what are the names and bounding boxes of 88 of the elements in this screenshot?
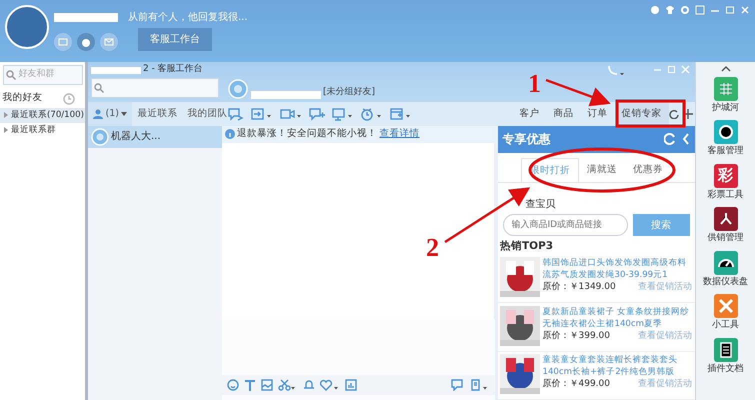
product-link[interactable]: 童装童女童套装连帽长裤套装套头140cm长袖+裤子2件纯色男韩版 — [542, 354, 692, 378]
profile-card-icon[interactable] — [54, 32, 72, 50]
scissors-icon[interactable] — [278, 379, 298, 391]
close-icon[interactable] — [681, 64, 690, 74]
mail-icon[interactable] — [100, 32, 118, 50]
group-label[interactable]: 最近联系群 — [11, 124, 56, 136]
chart-icon[interactable] — [345, 379, 357, 391]
search-field[interactable] — [90, 78, 218, 98]
contact-avatar-icon[interactable] — [228, 79, 248, 100]
redaction-bar — [54, 13, 118, 22]
promo-tab[interactable]: 优惠券 — [625, 158, 671, 182]
side-tab[interactable]: 订单 — [580, 102, 614, 126]
refresh-icon[interactable] — [668, 108, 678, 119]
contact-group-label: [未分组好友] — [323, 86, 376, 99]
caret-icon — [121, 112, 128, 116]
tools-app-icon[interactable] — [714, 294, 738, 318]
grid-app-icon[interactable] — [714, 76, 738, 100]
session-item[interactable]: 机器人大... — [88, 126, 222, 148]
document-icon[interactable] — [470, 379, 490, 391]
expand-arrow-icon[interactable] — [2, 126, 8, 134]
app-label[interactable]: 小工具 — [712, 319, 739, 332]
robot-avatar-icon — [90, 128, 108, 146]
details-link[interactable]: 查看详情 — [380, 127, 420, 142]
clock-icon[interactable] — [63, 92, 75, 104]
camera-icon[interactable] — [279, 106, 303, 121]
app-icon[interactable]: 彩 — [714, 164, 738, 188]
person-icon — [93, 108, 103, 119]
step-number: 1 — [528, 69, 541, 98]
section-title: 热销TOP3 — [498, 238, 554, 254]
scroll-up-icon[interactable] — [720, 64, 730, 72]
share-chat-icon[interactable] — [227, 106, 245, 121]
price-text: 原价：￥399.00 — [542, 330, 610, 343]
avatar[interactable] — [5, 5, 49, 49]
list-tab[interactable]: (1) — [88, 102, 132, 126]
search-icon — [94, 83, 104, 93]
alarm-icon[interactable] — [360, 106, 384, 121]
redaction-bar — [90, 66, 140, 74]
workbench-tab[interactable]: 客服工作台 — [138, 28, 212, 50]
redaction-bar — [250, 91, 320, 100]
side-tab[interactable]: 商品 — [546, 102, 580, 126]
settings-icon[interactable] — [680, 5, 690, 15]
screen-share-icon[interactable] — [331, 106, 355, 121]
add-icon[interactable] — [682, 108, 692, 119]
app-label[interactable]: 插件文档 — [708, 362, 744, 376]
list-tab[interactable]: 我的团队 — [182, 102, 232, 126]
app-label[interactable]: 客服管理 — [708, 145, 744, 158]
panel-title: 专享优惠 — [502, 131, 552, 148]
network-app-icon[interactable] — [714, 207, 738, 231]
highlight-frame — [616, 100, 686, 128]
gauge-app-icon[interactable] — [714, 250, 738, 274]
image-icon[interactable] — [261, 379, 273, 391]
window-title: 2 - 客服工作台 — [143, 63, 203, 76]
bell-icon[interactable] — [303, 379, 315, 391]
list-tab[interactable]: 最近联系 — [132, 102, 182, 126]
emoji-icon[interactable] — [227, 379, 239, 391]
notice-text: 退款暴涨！安全问题不能小视！ — [237, 127, 377, 142]
calendar-add-icon[interactable] — [389, 106, 413, 121]
shirt-icon[interactable] — [665, 5, 675, 15]
chat-bubble-icon[interactable] — [451, 379, 465, 391]
status-text: 从前有个人，他回复我很... — [128, 10, 248, 25]
price-text: 原价：￥499.00 — [542, 378, 610, 392]
side-tab[interactable]: 客户 — [512, 102, 546, 126]
annotation-arrow — [546, 78, 611, 106]
font-icon[interactable] — [244, 379, 256, 391]
friends-tab[interactable]: 我的好友 — [0, 91, 45, 106]
app-label[interactable]: 护城河 — [712, 102, 739, 115]
promo-tab[interactable]: 满就送 — [579, 158, 625, 182]
info-icon — [224, 129, 234, 140]
close-icon[interactable] — [740, 5, 750, 15]
maximize-icon[interactable] — [725, 5, 735, 15]
app-label[interactable]: 数据仪表盘 — [703, 276, 748, 289]
heart-icon[interactable] — [320, 379, 340, 391]
product-search-field[interactable]: 输入商品ID或商品链接 — [502, 214, 628, 236]
back-icon[interactable] — [682, 133, 690, 146]
expand-arrow-icon[interactable] — [2, 111, 8, 119]
product-link[interactable]: 夏款新品童装裙子 女童条纹拼接网纱无袖连衣裙公主裙140cm夏季 — [542, 306, 692, 330]
step-number: 2 — [426, 233, 439, 262]
phone-icon[interactable] — [607, 64, 625, 74]
app-label[interactable]: 供销管理 — [708, 232, 744, 246]
maximize-icon[interactable] — [667, 64, 676, 74]
price-text: 原价：￥1349.00 — [542, 281, 616, 294]
chat-add-icon[interactable] — [308, 106, 326, 121]
doc-app-icon[interactable] — [714, 338, 738, 362]
product-link[interactable]: 韩国饰品进口头饰发饰发圈高级布料流苏气质发圈发绳30-39.99元1 — [542, 257, 692, 282]
app-label[interactable]: 彩票工具 — [708, 188, 744, 202]
search-icon — [6, 70, 16, 80]
search-label: 查宝贝 — [524, 198, 556, 212]
file-transfer-icon[interactable] — [250, 106, 274, 121]
